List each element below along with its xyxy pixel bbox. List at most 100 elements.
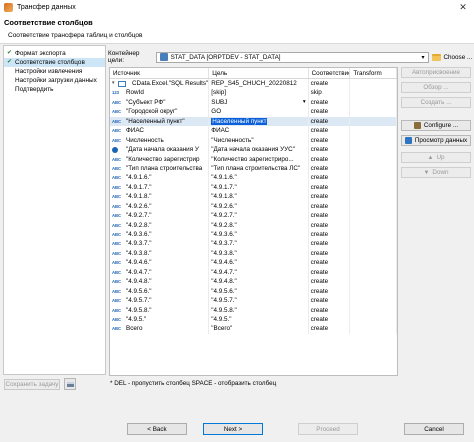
cell-transform[interactable] [350, 116, 397, 127]
cell-mapping[interactable]: create [309, 79, 351, 89]
cell-source[interactable]: ABC "4.9.4.8." [110, 277, 210, 287]
table-row[interactable]: ABC "4.9.3.8." "4.9.3.8." create [110, 248, 397, 259]
cell-mapping[interactable]: create [309, 135, 351, 146]
cell-target[interactable]: "Количество зарегистриро... [209, 154, 309, 164]
table-row[interactable]: ABC "4.9.5.6." "4.9.5.6." create [110, 286, 397, 297]
cell-source[interactable]: ABC "4.9.2.6." [110, 201, 210, 212]
column-header-transform[interactable]: Transform [350, 68, 397, 78]
nav-step-item[interactable]: Подтвердить [4, 85, 105, 94]
cell-target[interactable]: Населенный пункт [209, 116, 309, 127]
cell-target[interactable]: "4.9.5." [209, 314, 309, 325]
cell-mapping[interactable]: create [309, 201, 351, 212]
cell-source[interactable]: ABC "Тип плана строительства [110, 163, 210, 174]
cell-mapping[interactable]: create [309, 314, 351, 325]
table-row[interactable]: ABC "Субъект РФ" SUBJ ▾ create [110, 97, 397, 108]
table-row[interactable]: "Дата начала оказания У "Дата начала оказ… [110, 145, 397, 155]
cell-transform[interactable] [350, 201, 397, 212]
nav-step-item[interactable]: Настройки загрузки данных [4, 76, 105, 85]
side-button-3[interactable]: Configure ... [401, 120, 471, 131]
cell-transform[interactable] [350, 135, 397, 146]
cell-source[interactable]: ABC "4.9.5.7." [110, 296, 210, 306]
column-header-target[interactable]: Цель [209, 68, 309, 78]
cell-target[interactable]: REP_S45_CHUCH_20220812 [209, 79, 309, 89]
cell-source[interactable]: ABC "Субъект РФ" [110, 97, 210, 108]
cell-mapping[interactable]: create [309, 154, 351, 164]
cell-source[interactable]: ABC "4.9.5.8." [110, 305, 210, 315]
cell-mapping[interactable]: create [309, 239, 351, 249]
table-row[interactable]: ABC "Населенный пункт" Населенный пункт cre… [110, 116, 397, 127]
back-button[interactable]: < Back [127, 423, 187, 435]
cell-target[interactable]: "4.9.5.8." [209, 305, 309, 315]
cell-mapping[interactable]: create [309, 192, 351, 202]
cell-mapping[interactable]: create [309, 305, 351, 315]
side-button-6[interactable]: ▼ Down [401, 167, 471, 178]
cell-transform[interactable] [350, 192, 397, 202]
cell-source[interactable]: ▾ CData.Excel."SQL Results" [110, 79, 210, 89]
chevron-down-icon[interactable]: ▾ [303, 98, 308, 107]
cell-mapping[interactable]: create [309, 182, 351, 193]
table-row[interactable]: ABC "4.9.2.6." "4.9.2.6." create [110, 201, 397, 212]
cell-transform[interactable] [350, 267, 397, 278]
cell-mapping[interactable]: create [309, 220, 351, 230]
side-button-0[interactable]: Автоприсвоение [401, 67, 471, 78]
cell-mapping[interactable]: create [309, 248, 351, 259]
cell-source[interactable]: ABC "Городской округ" [110, 107, 210, 117]
cell-source[interactable]: 123 RowId [110, 88, 210, 98]
cell-target[interactable]: "4.9.1.6." [209, 173, 309, 183]
table-row[interactable]: ABC "4.9.1.6." "4.9.1.6." create [110, 173, 397, 183]
cell-transform[interactable] [350, 163, 397, 174]
cell-transform[interactable] [350, 277, 397, 287]
cell-source[interactable]: ABC Численность [110, 135, 210, 146]
cell-target[interactable]: "Численность" [209, 135, 309, 146]
cell-mapping[interactable]: create [309, 286, 351, 297]
cell-target[interactable]: "4.9.2.7." [209, 211, 309, 221]
cell-target[interactable]: "4.9.4.8." [209, 277, 309, 287]
cell-mapping[interactable]: create [309, 116, 351, 127]
close-icon[interactable]: ✕ [452, 2, 474, 13]
cell-source[interactable]: ABC ФИАС [110, 126, 210, 136]
cell-transform[interactable] [350, 296, 397, 306]
cell-mapping[interactable]: create [309, 163, 351, 174]
cell-transform[interactable] [350, 230, 397, 240]
proceed-button[interactable]: Proceed [298, 423, 358, 435]
cell-source[interactable]: ABC "4.9.3.6." [110, 230, 210, 240]
save-task-button[interactable]: Сохранить задачу [4, 379, 60, 390]
table-row[interactable]: ABC "4.9.4.8." "4.9.4.8." create [110, 277, 397, 287]
choose-container-button[interactable]: Choose ... [431, 52, 474, 63]
cell-transform[interactable] [350, 220, 397, 230]
cell-target[interactable]: "4.9.3.8." [209, 248, 309, 259]
cell-transform[interactable] [350, 182, 397, 193]
table-row[interactable]: ABC "4.9.1.7." "4.9.1.7." create [110, 182, 397, 193]
cell-target[interactable]: "4.9.2.6." [209, 201, 309, 212]
side-button-1[interactable]: Обзор ... [401, 82, 471, 93]
cell-source[interactable]: ABC "4.9.3.7." [110, 239, 210, 249]
cell-transform[interactable] [350, 305, 397, 315]
cell-source[interactable]: ABC "4.9.4.6." [110, 258, 210, 268]
table-row[interactable]: ABC "Тип плана строительства "Тип плана ст… [110, 163, 397, 174]
cell-target[interactable]: "Тип плана строительства ЛС" [209, 163, 309, 174]
next-button[interactable]: Next > [203, 423, 263, 435]
side-button-4[interactable]: Просмотр данных [401, 135, 471, 146]
cell-transform[interactable] [350, 286, 397, 297]
cell-transform[interactable] [350, 107, 397, 117]
nav-step-item[interactable]: ✔ Соответствие столбцов [4, 58, 105, 67]
table-row[interactable]: ABC Всего "Всего" create [110, 324, 397, 334]
cell-mapping[interactable]: create [309, 145, 351, 155]
cell-source[interactable]: ABC "4.9.2.8." [110, 220, 210, 230]
cell-transform[interactable] [350, 154, 397, 164]
cell-target[interactable]: SUBJ ▾ [209, 97, 309, 108]
cell-transform[interactable] [350, 211, 397, 221]
cell-target[interactable]: [skip] [209, 88, 309, 98]
table-row[interactable]: ABC ФИАС ФИАС create [110, 126, 397, 136]
cell-source[interactable]: ABC "Количество зарегистрир [110, 154, 210, 164]
cell-target[interactable]: "4.9.4.6." [209, 258, 309, 268]
side-button-5[interactable]: ▲ Up [401, 152, 471, 163]
cell-transform[interactable] [350, 79, 397, 89]
cell-target[interactable]: "4.9.3.6." [209, 230, 309, 240]
table-row[interactable]: ▾ CData.Excel."SQL Results" REP_S45_CHUCH_… [110, 79, 397, 89]
table-row[interactable]: ABC "4.9.5.7." "4.9.5.7." create [110, 296, 397, 306]
cell-target[interactable]: "4.9.5.7." [209, 296, 309, 306]
cell-mapping[interactable]: create [309, 97, 351, 108]
cell-source[interactable]: ABC "4.9.2.7." [110, 211, 210, 221]
nav-step-item[interactable]: ✔ Формат экспорта [4, 49, 105, 58]
